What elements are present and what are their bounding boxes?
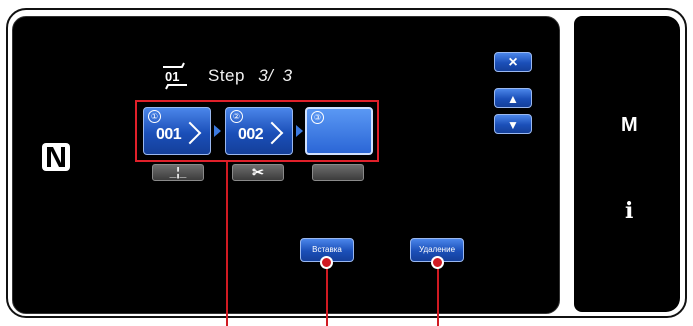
step-current: 3/ [258, 66, 274, 85]
scissors-icon: ✂ [252, 164, 264, 180]
callout-line-delete [437, 262, 439, 326]
step-icon: 01 [163, 62, 187, 90]
step-index-1: ① [148, 110, 161, 123]
close-button[interactable]: × [494, 52, 532, 72]
pattern-arrow-icon [260, 121, 284, 145]
info-button[interactable]: i [625, 198, 633, 224]
needle-position-button[interactable]: _¦_ [152, 164, 204, 181]
callout-dot-delete [431, 256, 444, 269]
callout-dot-insert [320, 256, 333, 269]
nfc-icon [42, 143, 70, 171]
next-arrow-icon [214, 125, 221, 137]
next-arrow-icon [296, 125, 303, 137]
pattern-step-1[interactable]: ① 001 [143, 107, 211, 155]
step-text: Step [208, 66, 245, 85]
pattern-code-2: 002 [238, 126, 264, 143]
pattern-arrow-icon [178, 121, 202, 145]
main-screen [12, 16, 560, 314]
menu-button[interactable]: M [621, 114, 638, 137]
blank-tool-button[interactable] [312, 164, 364, 181]
callout-line-pattern [226, 162, 228, 326]
thread-trim-button[interactable]: ✂ [232, 164, 284, 181]
callout-line-insert [326, 262, 328, 326]
side-panel [574, 16, 680, 312]
down-arrow-icon: ▼ [507, 118, 519, 132]
step-label: Step 3/ 3 [208, 66, 293, 86]
close-icon: × [508, 54, 518, 71]
pattern-step-2[interactable]: ② 002 [225, 107, 293, 155]
scroll-down-button[interactable]: ▼ [494, 114, 532, 134]
needle-position-icon: _¦_ [169, 165, 187, 179]
step-index-2: ② [230, 110, 243, 123]
pattern-step-3[interactable]: ③ [305, 107, 373, 155]
step-total: 3 [282, 66, 293, 85]
up-arrow-icon: ▲ [507, 92, 519, 106]
scroll-up-button[interactable]: ▲ [494, 88, 532, 108]
step-index-3: ③ [311, 111, 324, 124]
step-icon-label: 01 [165, 69, 179, 84]
pattern-code-1: 001 [156, 126, 182, 143]
